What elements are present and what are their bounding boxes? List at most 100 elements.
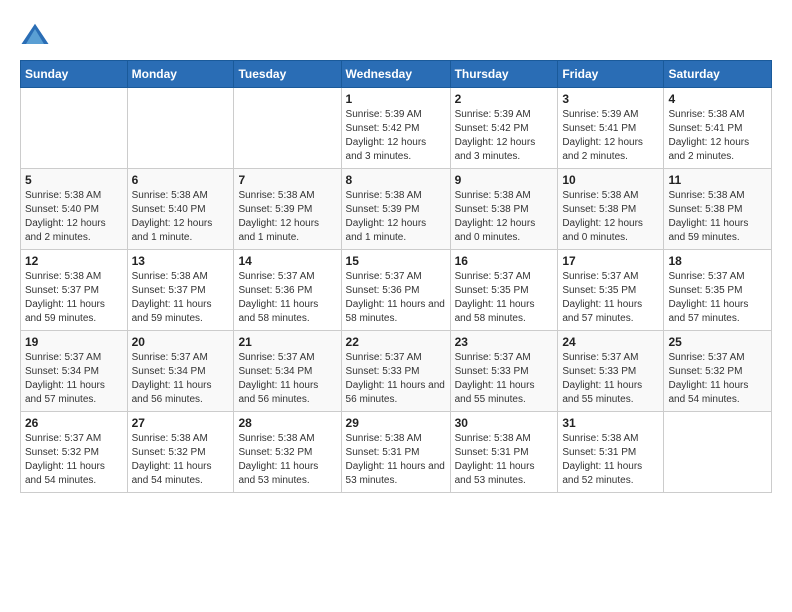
calendar-cell: 12Sunrise: 5:38 AMSunset: 5:37 PMDayligh… (21, 250, 128, 331)
weekday-header: Saturday (664, 61, 772, 88)
logo (20, 20, 54, 50)
day-info: Sunrise: 5:37 AM (455, 270, 554, 284)
day-number: 30 (455, 416, 554, 430)
day-info: Sunrise: 5:38 AM (132, 432, 230, 446)
day-number: 22 (346, 335, 446, 349)
day-info: Sunrise: 5:37 AM (562, 270, 659, 284)
weekday-header: Sunday (21, 61, 128, 88)
day-info: Daylight: 11 hours and 57 minutes. (668, 298, 767, 326)
day-info: Daylight: 11 hours and 55 minutes. (562, 379, 659, 407)
day-info: Sunrise: 5:39 AM (346, 108, 446, 122)
calendar-cell: 17Sunrise: 5:37 AMSunset: 5:35 PMDayligh… (558, 250, 664, 331)
calendar-cell: 5Sunrise: 5:38 AMSunset: 5:40 PMDaylight… (21, 169, 128, 250)
day-number: 15 (346, 254, 446, 268)
calendar-cell: 10Sunrise: 5:38 AMSunset: 5:38 PMDayligh… (558, 169, 664, 250)
day-info: Daylight: 11 hours and 56 minutes. (132, 379, 230, 407)
day-info: Sunrise: 5:38 AM (346, 432, 446, 446)
calendar-header-row: SundayMondayTuesdayWednesdayThursdayFrid… (21, 61, 772, 88)
day-info: Sunrise: 5:38 AM (668, 108, 767, 122)
weekday-header: Monday (127, 61, 234, 88)
calendar-cell (21, 88, 128, 169)
day-info: Sunset: 5:31 PM (455, 446, 554, 460)
calendar-week-row: 26Sunrise: 5:37 AMSunset: 5:32 PMDayligh… (21, 412, 772, 493)
day-info: Daylight: 12 hours and 3 minutes. (455, 136, 554, 164)
day-info: Sunset: 5:32 PM (238, 446, 336, 460)
day-info: Daylight: 11 hours and 54 minutes. (668, 379, 767, 407)
day-info: Sunset: 5:42 PM (455, 122, 554, 136)
day-info: Sunset: 5:34 PM (25, 365, 123, 379)
day-info: Sunset: 5:32 PM (132, 446, 230, 460)
day-info: Sunset: 5:38 PM (455, 203, 554, 217)
calendar-cell: 25Sunrise: 5:37 AMSunset: 5:32 PMDayligh… (664, 331, 772, 412)
calendar-cell (127, 88, 234, 169)
calendar-cell: 14 Sunrise: 5:37 AMSunset: 5:36 PMDayligh… (234, 250, 341, 331)
day-info: Sunrise: 5:37 AM (346, 270, 446, 284)
day-info: Sunrise: 5:37 AM (25, 432, 123, 446)
calendar-week-row: 12Sunrise: 5:38 AMSunset: 5:37 PMDayligh… (21, 250, 772, 331)
day-number: 26 (25, 416, 123, 430)
day-info: Daylight: 11 hours and 56 minutes. (346, 379, 446, 407)
calendar-cell: 23Sunrise: 5:37 AMSunset: 5:33 PMDayligh… (450, 331, 558, 412)
day-info: Sunrise: 5:38 AM (25, 189, 123, 203)
day-info: Sunrise: 5:39 AM (455, 108, 554, 122)
day-info: Sunrise: 5:38 AM (238, 432, 336, 446)
day-number: 12 (25, 254, 123, 268)
calendar-cell: 9Sunrise: 5:38 AMSunset: 5:38 PMDaylight… (450, 169, 558, 250)
day-info: Sunrise: 5:37 AM (238, 270, 336, 284)
day-number: 3 (562, 92, 659, 106)
day-info: Sunrise: 5:38 AM (132, 270, 230, 284)
day-info: Sunrise: 5:38 AM (346, 189, 446, 203)
day-number: 29 (346, 416, 446, 430)
calendar-cell: 21Sunrise: 5:37 AMSunset: 5:34 PMDayligh… (234, 331, 341, 412)
day-number: 2 (455, 92, 554, 106)
day-info: Daylight: 11 hours and 54 minutes. (25, 460, 123, 488)
weekday-header: Friday (558, 61, 664, 88)
day-number: 31 (562, 416, 659, 430)
calendar-table: SundayMondayTuesdayWednesdayThursdayFrid… (20, 60, 772, 493)
day-number: 16 (455, 254, 554, 268)
day-info: Sunset: 5:33 PM (455, 365, 554, 379)
day-info: Sunset: 5:34 PM (132, 365, 230, 379)
day-info: Sunset: 5:32 PM (25, 446, 123, 460)
day-number: 13 (132, 254, 230, 268)
day-info: Sunrise: 5:37 AM (668, 270, 767, 284)
day-info: Sunset: 5:31 PM (346, 446, 446, 460)
day-info: Daylight: 11 hours and 57 minutes. (25, 379, 123, 407)
day-number: 11 (668, 173, 767, 187)
day-number: 4 (668, 92, 767, 106)
calendar-cell: 19Sunrise: 5:37 AMSunset: 5:34 PMDayligh… (21, 331, 128, 412)
day-info: Daylight: 11 hours and 58 minutes. (238, 298, 336, 326)
day-info: Sunset: 5:37 PM (132, 284, 230, 298)
calendar-cell (234, 88, 341, 169)
calendar-cell: 4 Sunrise: 5:38 AMSunset: 5:41 PMDaylight… (664, 88, 772, 169)
day-info: Sunset: 5:36 PM (238, 284, 336, 298)
calendar-cell: 28Sunrise: 5:38 AMSunset: 5:32 PMDayligh… (234, 412, 341, 493)
day-info: Daylight: 11 hours and 58 minutes. (346, 298, 446, 326)
day-info: Sunset: 5:37 PM (25, 284, 123, 298)
calendar-cell: 29 Sunrise: 5:38 AMSunset: 5:31 PMDayligh… (341, 412, 450, 493)
day-info: Sunrise: 5:37 AM (238, 351, 336, 365)
day-info: Daylight: 12 hours and 2 minutes. (25, 217, 123, 245)
calendar-week-row: 1Sunrise: 5:39 AMSunset: 5:42 PMDaylight… (21, 88, 772, 169)
calendar-cell: 27Sunrise: 5:38 AMSunset: 5:32 PMDayligh… (127, 412, 234, 493)
day-info: Sunrise: 5:37 AM (346, 351, 446, 365)
weekday-header: Tuesday (234, 61, 341, 88)
day-info: Sunset: 5:41 PM (668, 122, 767, 136)
day-info: Sunrise: 5:38 AM (562, 432, 659, 446)
day-info: Daylight: 11 hours and 57 minutes. (562, 298, 659, 326)
day-info: Sunset: 5:39 PM (238, 203, 336, 217)
day-info: Daylight: 11 hours and 52 minutes. (562, 460, 659, 488)
day-info: Sunset: 5:35 PM (562, 284, 659, 298)
day-info: Sunset: 5:40 PM (25, 203, 123, 217)
day-number: 8 (346, 173, 446, 187)
day-info: Daylight: 12 hours and 2 minutes. (562, 136, 659, 164)
day-info: Daylight: 11 hours and 53 minutes. (346, 460, 446, 488)
day-info: Daylight: 12 hours and 2 minutes. (668, 136, 767, 164)
day-info: Daylight: 12 hours and 3 minutes. (346, 136, 446, 164)
day-info: Sunset: 5:41 PM (562, 122, 659, 136)
day-info: Sunset: 5:38 PM (562, 203, 659, 217)
day-number: 14 (238, 254, 336, 268)
day-info: Sunset: 5:36 PM (346, 284, 446, 298)
day-info: Sunrise: 5:39 AM (562, 108, 659, 122)
day-info: Sunrise: 5:37 AM (455, 351, 554, 365)
